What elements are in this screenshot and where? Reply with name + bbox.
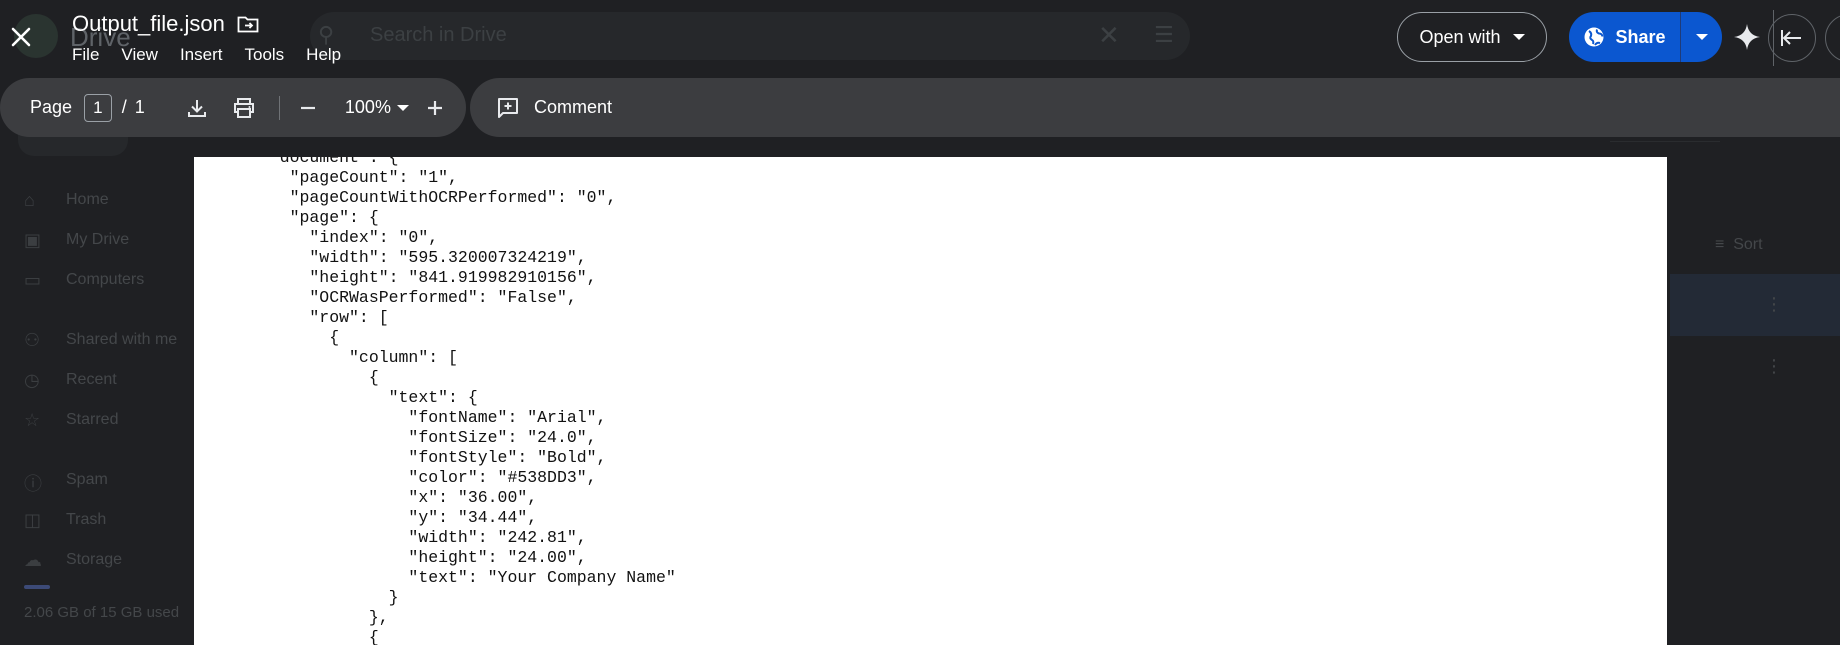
code-line: }	[250, 588, 399, 607]
page-separator: /	[121, 97, 127, 117]
menu-view[interactable]: View	[121, 45, 158, 65]
zoom-out-button[interactable]	[292, 90, 325, 126]
code-line: "page": {	[250, 208, 379, 227]
globe-icon	[1584, 27, 1604, 47]
more-icon: ⋮	[1765, 356, 1783, 376]
page-label: Page	[30, 97, 73, 117]
drive-icon: ▣	[24, 230, 42, 250]
spam-icon: ⓘ	[24, 474, 42, 494]
sidebar-item-spam: ⓘ Spam	[24, 471, 108, 494]
exit-button[interactable]	[1768, 14, 1816, 62]
print-icon	[234, 97, 255, 118]
file-title: Output_file.json	[72, 11, 225, 36]
sort-icon: ≡	[1715, 236, 1725, 253]
file-row-selected	[1670, 274, 1840, 336]
close-icon	[11, 27, 31, 47]
viewer-topbar: Output_file.json File View Insert Tools …	[0, 0, 1840, 74]
menu-help[interactable]: Help	[306, 45, 341, 65]
sidebar-item-computers: ▭ Computers	[24, 270, 145, 290]
menu-insert[interactable]: Insert	[180, 45, 223, 65]
code-line: "column": [	[250, 348, 458, 367]
code-line: {	[250, 628, 379, 645]
code-line: "pageCountWithOCRPerformed": "0",	[250, 188, 617, 207]
share-dropdown-button[interactable]	[1680, 12, 1722, 62]
code-line: "width": "242.81",	[250, 528, 587, 547]
sidebar-item-shared: ⚇ Shared with me	[24, 330, 178, 350]
more-icon: ⋮	[1765, 294, 1783, 314]
code-line: {	[250, 368, 379, 387]
code-line: "fontSize": "24.0",	[250, 428, 597, 447]
current-page-input[interactable]: 1	[84, 93, 112, 122]
add-comment-icon	[498, 97, 518, 118]
open-with-button[interactable]: Open with	[1397, 12, 1547, 62]
code-line: {	[250, 328, 340, 347]
storage-bar	[24, 585, 50, 589]
sort-button: ≡ Sort	[1715, 236, 1763, 253]
menu-file[interactable]: File	[72, 45, 99, 65]
clock-icon: ◷	[24, 370, 40, 390]
code-line: "index": "0",	[250, 228, 439, 247]
minus-icon	[301, 106, 316, 109]
document-page: "document": { "pageCount": "1", "pageCou…	[194, 157, 1667, 645]
code-line: "document": {	[250, 157, 399, 167]
close-viewer-button[interactable]	[6, 20, 36, 54]
code-line: "height": "841.919982910156",	[250, 268, 597, 287]
gemini-sparkle-icon[interactable]	[1732, 22, 1762, 52]
sidebar-item-starred: ☆ Starred	[24, 410, 119, 430]
sidebar-item-recent: ◷ Recent	[24, 370, 117, 390]
code-line: "color": "#538DD3",	[250, 468, 597, 487]
total-pages: 1	[134, 97, 145, 117]
page-toolbar: Page 1 / 1 100%	[0, 78, 466, 137]
chevron-down-icon	[1695, 34, 1708, 40]
code-line: "y": "34.44",	[250, 508, 538, 527]
code-line: "pageCount": "1",	[250, 168, 458, 187]
code-line: "OCRWasPerformed": "False",	[250, 288, 577, 307]
drive-sidebar: ⌂ Home ▣ My Drive ▭ Computers ⚇ Shared with …	[0, 180, 200, 580]
code-line: "fontStyle": "Bold",	[250, 448, 607, 467]
chevron-down-icon	[1512, 34, 1525, 40]
share-button[interactable]: Share	[1569, 12, 1680, 62]
toolbar-separator	[278, 95, 280, 120]
move-to-folder-icon[interactable]	[237, 15, 259, 33]
sidebar-item-home: ⌂ Home	[24, 190, 109, 210]
storage-text: 2.06 GB of 15 GB used	[24, 604, 180, 621]
download-icon	[188, 99, 207, 117]
zoom-in-button[interactable]	[419, 90, 452, 126]
code-line: "width": "595.320007324219",	[250, 248, 587, 267]
code-line: },	[250, 608, 389, 627]
code-line: "height": "24.00",	[250, 548, 587, 567]
open-with-label: Open with	[1419, 26, 1501, 47]
comment-button[interactable]: Comment	[470, 78, 1840, 137]
code-line: "fontName": "Arial",	[250, 408, 607, 427]
home-icon: ⌂	[24, 190, 35, 210]
code-line: "text": {	[250, 388, 478, 407]
share-label: Share	[1615, 26, 1666, 47]
sidebar-item-my-drive: ▣ My Drive	[24, 230, 130, 250]
trash-icon: ◫	[24, 510, 42, 530]
code-line: "x": "36.00",	[250, 488, 538, 507]
viewer-menubar: File View Insert Tools Help	[72, 45, 341, 65]
arrow-left-icon	[1781, 30, 1801, 46]
file-title-row: Output_file.json	[72, 11, 259, 37]
code-line: "text": "Your Company Name"	[250, 568, 676, 587]
menu-tools[interactable]: Tools	[244, 45, 284, 65]
computer-icon: ▭	[24, 270, 42, 290]
print-button[interactable]	[228, 90, 261, 126]
cloud-icon: ☁	[24, 550, 42, 570]
sidebar-item-trash: ◫ Trash	[24, 510, 107, 530]
sidebar-item-storage: ☁ Storage	[24, 550, 123, 570]
people-icon: ⚇	[24, 330, 41, 350]
star-icon: ☆	[24, 410, 41, 430]
share-button-group: Share	[1569, 12, 1722, 62]
zoom-dropdown-icon[interactable]	[396, 104, 409, 111]
more-actions-button[interactable]	[1825, 14, 1840, 62]
download-button[interactable]	[181, 90, 214, 126]
plus-icon	[428, 100, 443, 115]
zoom-level[interactable]: 100%	[345, 97, 391, 118]
document-text: "document": { "pageCount": "1", "pageCou…	[194, 157, 1667, 645]
comment-label: Comment	[534, 97, 613, 117]
code-line: "row": [	[250, 308, 389, 327]
